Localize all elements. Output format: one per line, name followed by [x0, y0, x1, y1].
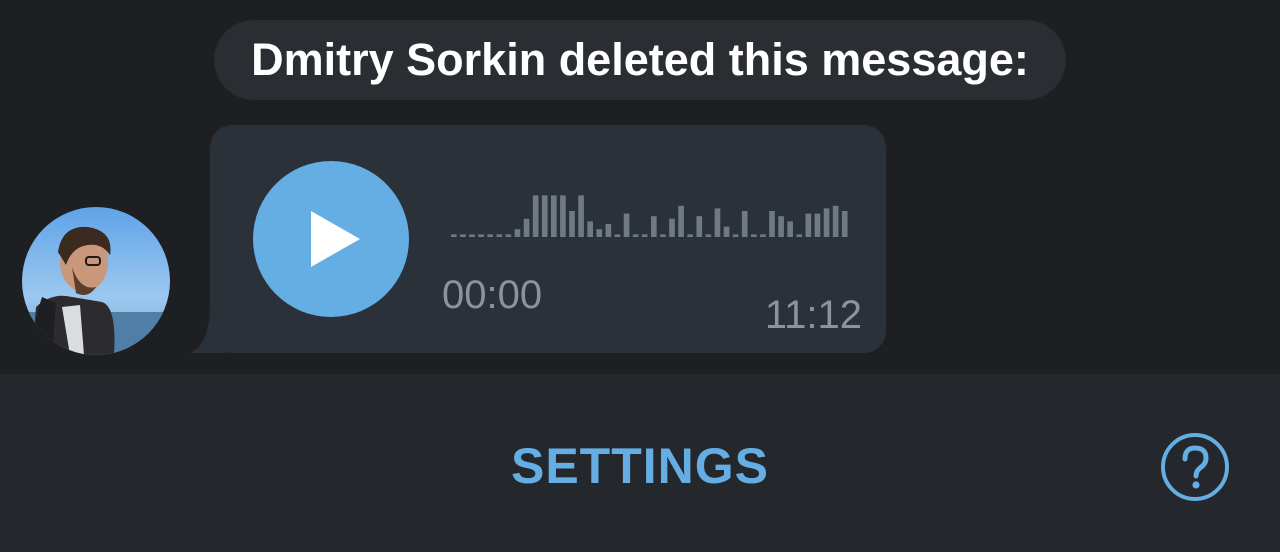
waveform-bar	[823, 208, 830, 237]
waveform-bar	[487, 234, 493, 237]
elapsed-time: 00:00	[442, 273, 543, 317]
waveform-bar	[578, 195, 584, 237]
waveform-bar	[678, 205, 684, 237]
settings-button[interactable]: SETTINGS	[480, 426, 800, 506]
waveform-bar	[623, 213, 630, 237]
avatar[interactable]	[22, 207, 170, 355]
waveform-bar	[769, 211, 775, 237]
waveform-bar	[814, 213, 821, 237]
waveform-bar	[741, 211, 748, 237]
waveform-bar	[469, 234, 475, 237]
waveform-bar	[560, 195, 566, 237]
waveform-bar	[841, 211, 848, 237]
waveform-bar	[596, 229, 603, 237]
waveform-bar	[796, 234, 803, 237]
waveform-bar	[832, 205, 839, 237]
waveform-bar	[569, 211, 575, 237]
waveform-bar	[778, 216, 784, 237]
waveform-bar	[696, 216, 703, 237]
waveform-bar	[478, 234, 484, 237]
waveform-bar	[451, 234, 457, 237]
voice-message-bubble[interactable]: 00:00 11:12	[210, 125, 886, 353]
waveform-bar	[523, 218, 530, 237]
service-message: Dmitry Sorkin deleted this message:	[214, 20, 1066, 100]
waveform[interactable]	[451, 181, 851, 241]
avatar-photo	[22, 207, 170, 355]
message-time: 11:12	[764, 293, 862, 337]
waveform-bar	[805, 213, 812, 237]
waveform-bar	[723, 226, 730, 237]
waveform-bar	[541, 195, 548, 237]
waveform-bar	[496, 234, 503, 237]
waveform-bar	[532, 195, 539, 237]
waveform-bar	[732, 234, 739, 237]
waveform-bar	[787, 221, 793, 237]
waveform-bar	[751, 234, 757, 237]
chat-area: Dmitry Sorkin deleted this message: 00:0…	[0, 0, 1280, 374]
chat-screen: Dmitry Sorkin deleted this message: 00:0…	[0, 0, 1280, 552]
waveform-bar	[651, 216, 657, 237]
waveform-bar	[587, 221, 593, 237]
waveform-bar	[760, 234, 766, 237]
waveform-bar	[714, 208, 721, 237]
waveform-bar	[614, 234, 621, 237]
waveform-bar	[687, 234, 693, 237]
help-button[interactable]	[1159, 431, 1231, 503]
waveform-bar	[514, 229, 521, 237]
waveform-bar	[641, 234, 648, 237]
bottom-bar: SETTINGS	[0, 374, 1280, 552]
waveform-bar	[505, 234, 512, 237]
waveform-bar	[669, 218, 675, 237]
waveform-bar	[551, 195, 557, 237]
waveform-bar	[705, 234, 712, 237]
play-icon	[311, 211, 360, 267]
question-circle-icon	[1161, 433, 1229, 501]
waveform-bar	[460, 234, 466, 237]
waveform-bar	[632, 234, 639, 237]
waveform-bar	[605, 224, 612, 237]
play-button[interactable]	[253, 161, 409, 317]
waveform-bar	[660, 234, 666, 237]
